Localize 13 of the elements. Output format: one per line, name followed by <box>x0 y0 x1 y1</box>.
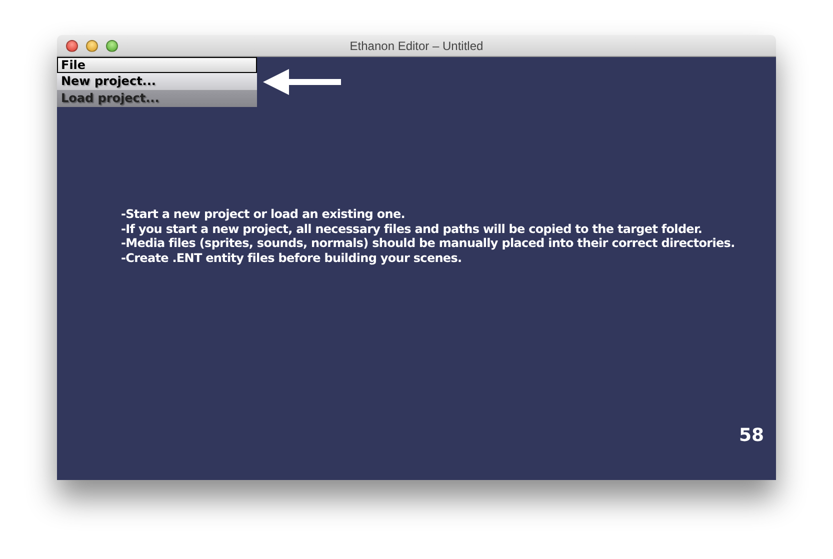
zoom-button[interactable] <box>106 40 118 52</box>
instruction-text: -Media files (sprites, sounds, normals) should be manually placed into their correct directories. <box>121 236 736 250</box>
instruction-text: -If you start a new project, all necessary files and paths will be copied to the target folder. <box>121 222 704 236</box>
close-button[interactable] <box>66 40 78 52</box>
menu-item[interactable]: New project... <box>57 73 257 90</box>
menu-item[interactable]: Load project... <box>57 90 257 107</box>
fps-counter: 58 <box>738 425 765 448</box>
minimize-button[interactable] <box>86 40 98 52</box>
arrow-icon <box>263 68 341 96</box>
window-title: Ethanon Editor – Untitled <box>348 38 484 52</box>
instruction-text: -Create .ENT entity files before building your scenes. <box>121 250 463 265</box>
menu-title[interactable]: File <box>57 57 257 73</box>
instruction-text: -Start a new project or load an existing one. <box>121 207 406 222</box>
